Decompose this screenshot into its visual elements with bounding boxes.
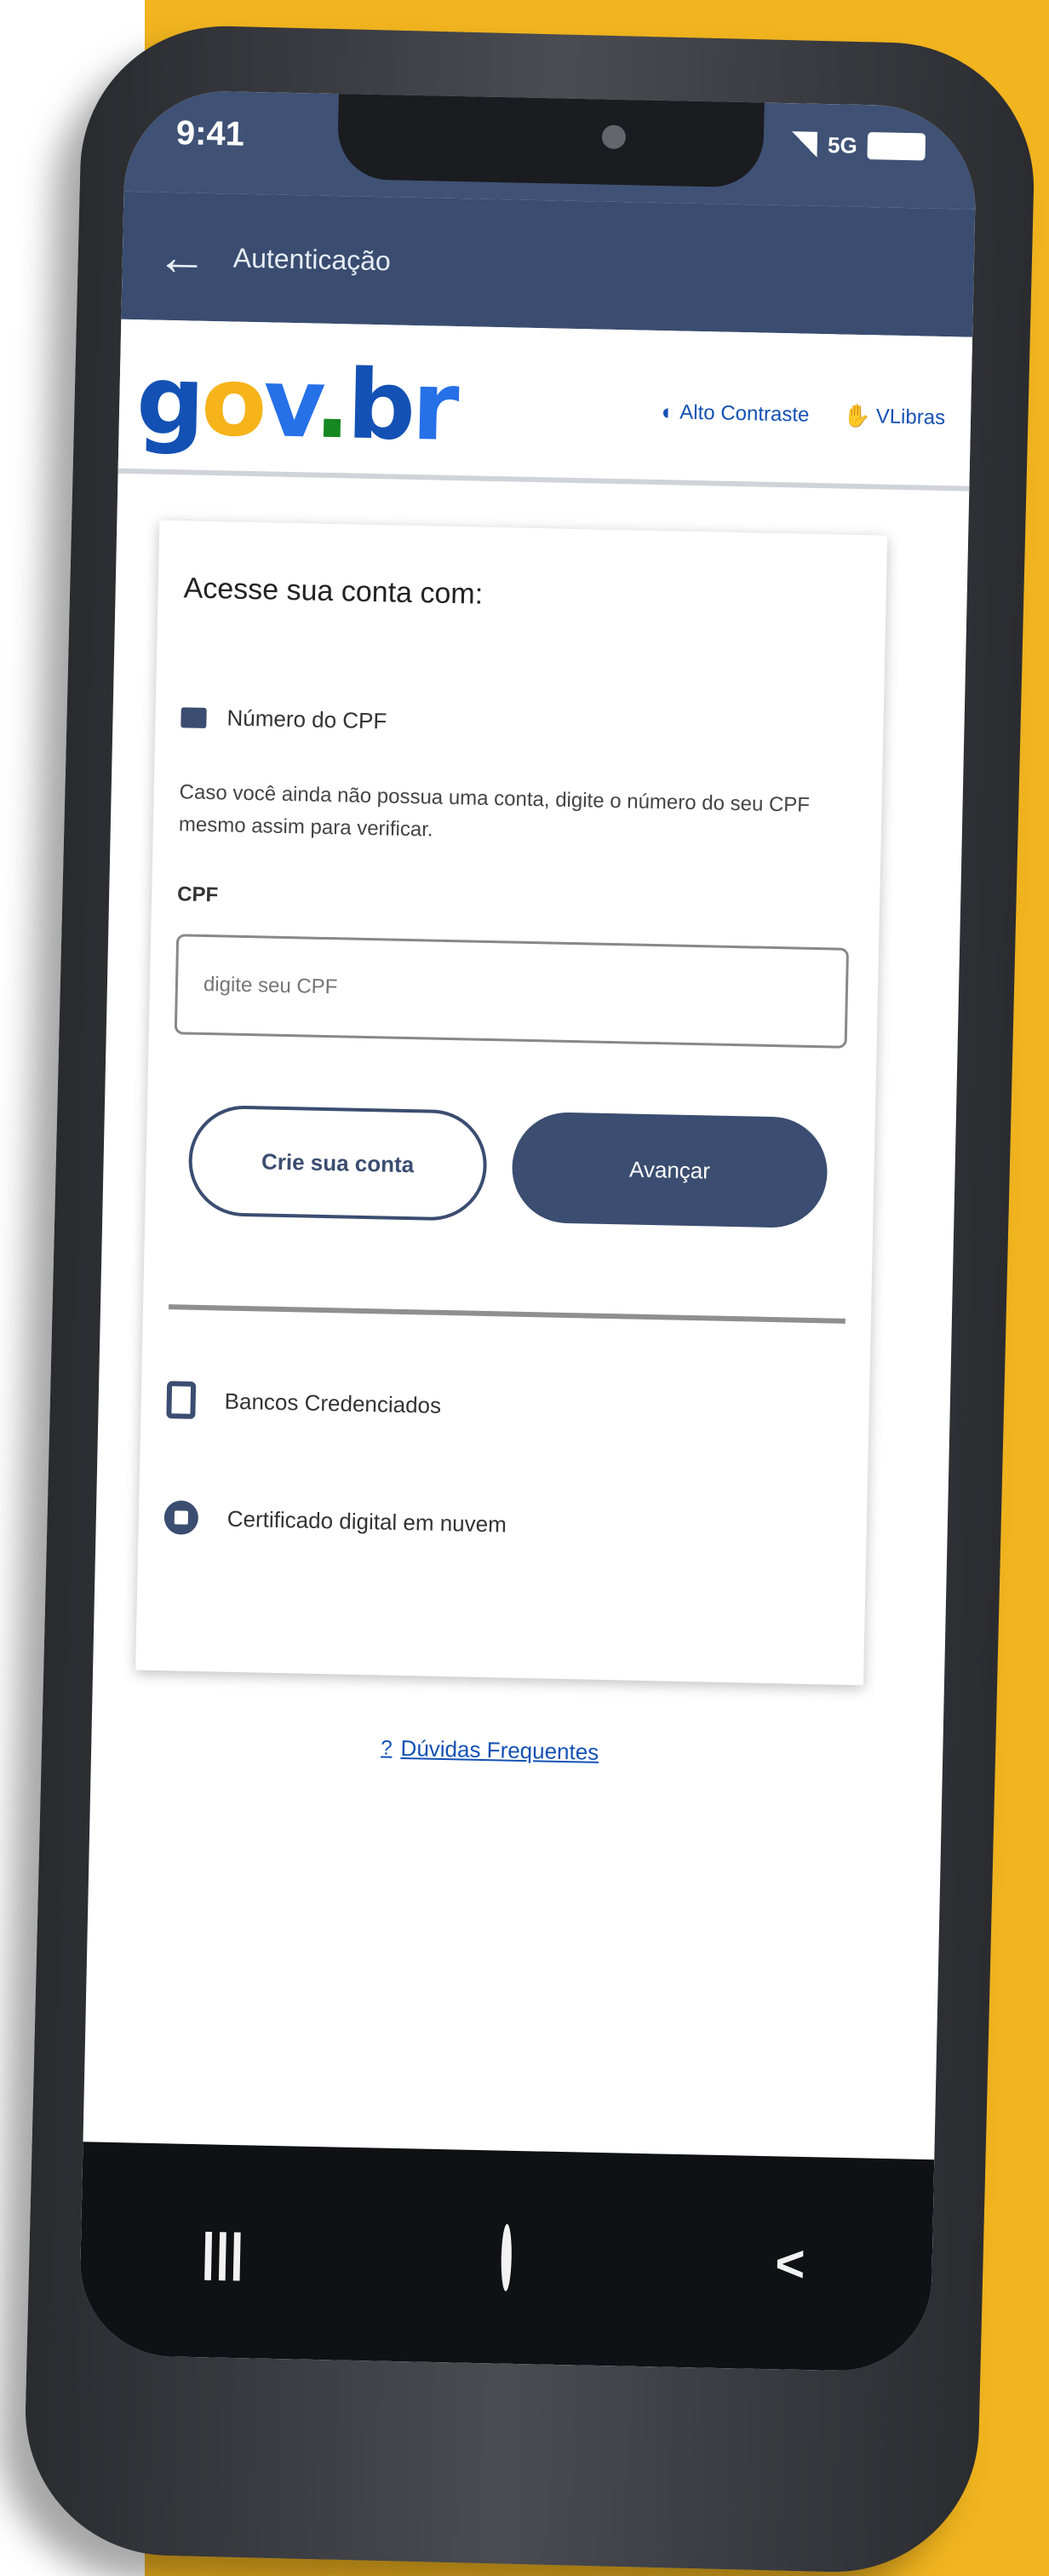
vlibras-icon: ✋ <box>843 402 872 429</box>
gov-header: gov.br ◐ Alto Contraste ✋ VLibras <box>118 319 973 492</box>
vlibras-label: VLibras <box>875 404 946 429</box>
status-time: 9:41 <box>175 114 245 153</box>
certificate-icon <box>163 1500 199 1535</box>
arrow-left-icon[interactable]: ← <box>156 227 233 287</box>
home-button[interactable] <box>455 2223 558 2291</box>
login-card: Acesse sua conta com: Número do CPF Caso… <box>135 520 888 1686</box>
cpf-info-text: Caso você ainda não possua uma conta, di… <box>178 780 811 842</box>
cpf-option-label: Número do CPF <box>226 704 387 734</box>
certificate-login-option[interactable]: Certificado digital em nuvem <box>163 1500 507 1541</box>
home-circle-icon <box>500 2223 513 2291</box>
certificate-login-label: Certificado digital em nuvem <box>226 1505 507 1538</box>
android-nav-bar: ||| < <box>78 2142 935 2373</box>
accessibility-links: ◐ Alto Contraste ✋ VLibras <box>661 399 945 431</box>
status-bar: 9:41 5G <box>123 89 977 210</box>
status-icons: 5G <box>791 130 926 161</box>
create-account-button[interactable]: Crie sua conta <box>187 1104 488 1222</box>
question-icon: ? <box>380 1736 393 1760</box>
battery-icon <box>867 132 926 161</box>
recent-apps-button[interactable]: ||| <box>171 2220 274 2282</box>
gov-br-logo[interactable]: gov.br <box>135 345 457 463</box>
app-bar: ← Autenticação <box>121 191 976 337</box>
bank-icon <box>166 1381 197 1419</box>
cpf-option[interactable]: Número do CPF <box>181 704 387 734</box>
contrast-icon: ◐ <box>661 399 675 425</box>
id-card-icon <box>181 706 207 728</box>
faq-label: Dúvidas Frequentes <box>400 1735 599 1765</box>
bank-login-option[interactable]: Bancos Credenciados <box>166 1381 441 1424</box>
advance-button[interactable]: Avançar <box>511 1111 828 1229</box>
vlibras-link[interactable]: ✋ VLibras <box>843 403 945 432</box>
bank-login-label: Bancos Credenciados <box>224 1388 442 1418</box>
camera-notch <box>336 89 765 188</box>
signal-icon <box>791 131 818 158</box>
app-title: Autenticação <box>232 242 392 276</box>
high-contrast-label: Alto Contraste <box>679 400 810 427</box>
nav-back-button[interactable]: < <box>738 2232 841 2294</box>
network-type: 5G <box>827 131 858 158</box>
cpf-input[interactable] <box>174 934 850 1049</box>
cpf-label: CPF <box>176 883 219 907</box>
phone-screen: 9:41 5G ← Autenticação gov.br ◐ Alto Con… <box>78 89 977 2373</box>
card-title: Acesse sua conta com: <box>183 572 484 611</box>
faq-link[interactable]: ? Dúvidas Frequentes <box>381 1735 599 1766</box>
high-contrast-link[interactable]: ◐ Alto Contraste <box>661 399 809 428</box>
section-divider <box>168 1304 846 1324</box>
